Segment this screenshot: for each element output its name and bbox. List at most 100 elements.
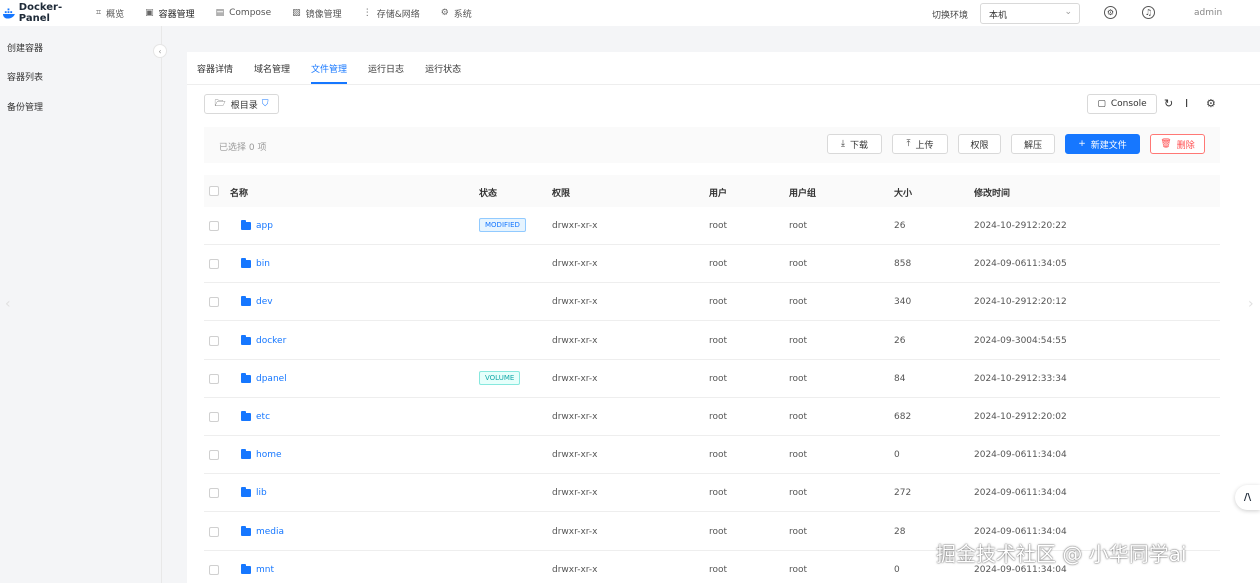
new-file-button[interactable]: + 新建文件	[1065, 134, 1140, 154]
group-cell: root	[789, 564, 808, 575]
group-cell: root	[789, 297, 808, 308]
table-row[interactable]: home drwxr-xr-x root root 0 2024-09-0611:34:0…	[204, 436, 1220, 475]
settings-icon[interactable]: ⚙	[1104, 6, 1117, 19]
sidebar-item-container-list[interactable]: 容器列表	[7, 70, 43, 83]
folder-icon	[241, 411, 251, 421]
extract-button[interactable]: 解压	[1011, 134, 1055, 154]
size-cell: 340	[894, 297, 912, 308]
env-select[interactable]: 本机 ⌄	[980, 3, 1080, 24]
console-button[interactable]: ▢ Console	[1087, 94, 1157, 114]
nav-item-containers[interactable]: ▣ 容器管理	[145, 7, 195, 20]
col-group[interactable]: 用户组	[789, 186, 816, 199]
sidebar-item-create-container[interactable]: 创建容器	[7, 41, 43, 54]
gear-icon: ⚙	[440, 8, 449, 18]
env-value: 本机	[989, 11, 1008, 21]
row-checkbox[interactable]	[209, 373, 219, 384]
group-cell: root	[789, 526, 808, 537]
row-checkbox[interactable]	[209, 335, 219, 346]
download-button[interactable]: ⤓ 下载	[827, 134, 882, 154]
size-cell: 272	[894, 488, 912, 499]
file-name-link[interactable]: dev	[256, 297, 273, 307]
upload-label: 上传	[915, 140, 934, 151]
chevron-left-icon[interactable]: ‹	[5, 296, 11, 312]
root-dir-button[interactable]: 🗁 根目录 ⛉	[204, 94, 279, 114]
col-name[interactable]: 名称	[230, 186, 248, 199]
nav-label: 容器管理	[158, 9, 195, 20]
col-mtime[interactable]: 修改时间	[974, 186, 1010, 199]
permission-cell: drwxr-xr-x	[552, 297, 598, 308]
row-checkbox[interactable]	[209, 564, 219, 575]
delete-label: 删除	[1176, 140, 1195, 151]
file-name-link[interactable]: docker	[256, 336, 286, 346]
file-name-link[interactable]: lib	[256, 488, 267, 498]
image-icon: ▨	[292, 8, 301, 18]
user-cell: root	[709, 335, 728, 346]
text-cursor-icon[interactable]: I	[1185, 97, 1188, 110]
table-row[interactable]: docker drwxr-xr-x root root 26 2024-09-3004:5…	[204, 322, 1220, 360]
table-row[interactable]: lib drwxr-xr-x root root 272 2024-09-0611:34:…	[204, 474, 1220, 513]
row-checkbox[interactable]	[209, 221, 219, 231]
chevron-right-icon[interactable]: ›	[1248, 296, 1254, 312]
tab-container-detail[interactable]: 容器详情	[197, 62, 233, 84]
permission-button[interactable]: 权限	[958, 134, 1001, 154]
nav-item-compose[interactable]: ▤ Compose	[216, 8, 272, 18]
mtime-cell: 2024-09-3004:54:55	[974, 335, 1067, 346]
folder-icon	[241, 563, 251, 574]
table-row[interactable]: bin drwxr-xr-x root root 858 2024-09-0611:34:…	[204, 245, 1220, 284]
refresh-icon[interactable]: ↻	[1164, 97, 1173, 110]
table-row[interactable]: dpanel VOLUME drwxr-xr-x root root 84 2024-10-…	[204, 360, 1220, 398]
file-name-link[interactable]: media	[256, 527, 284, 537]
col-size[interactable]: 大小	[894, 186, 912, 199]
folder-icon	[241, 525, 251, 536]
app-title: Docker-Panel	[18, 2, 63, 24]
row-checkbox[interactable]	[209, 526, 219, 537]
storage-icon: ⋮	[362, 8, 372, 18]
file-name-link[interactable]: dpanel	[256, 374, 287, 384]
col-status[interactable]: 状态	[479, 186, 497, 199]
row-checkbox[interactable]	[209, 297, 219, 308]
nav-item-system[interactable]: ⚙ 系统	[441, 7, 472, 20]
tab-logs[interactable]: 运行日志	[368, 62, 404, 84]
row-checkbox[interactable]	[209, 450, 219, 461]
delete-button[interactable]: 🗑 删除	[1150, 134, 1205, 154]
tab-status[interactable]: 运行状态	[425, 62, 461, 84]
nav-item-images[interactable]: ▨ 镜像管理	[292, 7, 342, 20]
size-cell: 28	[894, 526, 906, 537]
tab-domain[interactable]: 域名管理	[254, 62, 290, 84]
brand[interactable]: Docker-Panel	[0, 2, 92, 24]
col-user[interactable]: 用户	[709, 186, 727, 199]
row-checkbox[interactable]	[209, 412, 219, 422]
status-badge: VOLUME	[479, 370, 521, 385]
gear-icon[interactable]: ⚙	[1206, 97, 1216, 110]
file-name-link[interactable]: home	[256, 450, 282, 460]
file-name-link[interactable]: etc	[256, 412, 270, 422]
nav-item-storage[interactable]: ⋮ 存储&网络	[363, 7, 420, 20]
tab-divider	[187, 84, 1260, 85]
table-row[interactable]: app MODIFIED drwxr-xr-x root root 26 2024-10-2…	[204, 207, 1220, 245]
group-cell: root	[789, 259, 808, 270]
tab-file-manager[interactable]: 文件管理	[311, 62, 348, 84]
row-checkbox[interactable]	[209, 488, 219, 499]
assistant-float-button[interactable]: /\	[1235, 485, 1260, 510]
upload-button[interactable]: ⤒ 上传	[892, 134, 948, 154]
trash-icon: 🗑	[1160, 139, 1172, 149]
sidebar-item-backup[interactable]: 备份管理	[7, 100, 43, 113]
nav-item-overview[interactable]: ⌗ 概览	[96, 7, 124, 20]
select-all-checkbox[interactable]	[209, 186, 219, 196]
file-name-link[interactable]: bin	[256, 259, 270, 269]
chevron-left-icon: ‹	[158, 46, 162, 56]
user-name[interactable]: admin	[1194, 8, 1222, 18]
mtime-cell: 2024-09-0611:34:05	[974, 259, 1067, 270]
file-name-link[interactable]: app	[256, 221, 273, 231]
table-row[interactable]: etc drwxr-xr-x root root 682 2024-10-2912:20:…	[204, 398, 1220, 436]
file-name-link[interactable]: mnt	[256, 565, 274, 575]
folder-icon	[241, 372, 251, 383]
bell-icon[interactable]: ♫	[1142, 6, 1155, 19]
table-row[interactable]: dev drwxr-xr-x root root 340 2024-10-2912:20:…	[204, 283, 1220, 322]
permission-cell: drwxr-xr-x	[552, 526, 598, 537]
folder-icon	[241, 334, 251, 345]
terminal-icon: ▢	[1097, 99, 1106, 109]
row-checkbox[interactable]	[209, 259, 219, 270]
sidebar-collapse-button[interactable]: ‹	[153, 44, 167, 58]
col-permission[interactable]: 权限	[552, 186, 570, 199]
